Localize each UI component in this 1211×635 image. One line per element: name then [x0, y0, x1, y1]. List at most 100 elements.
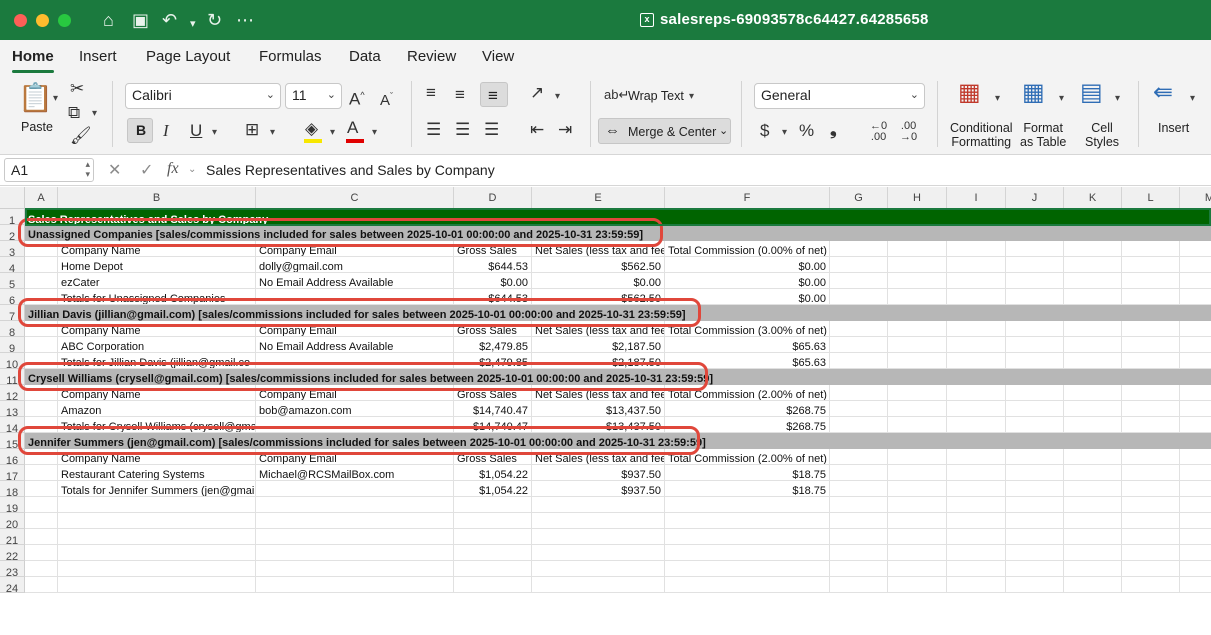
grid-cell[interactable] — [25, 401, 58, 417]
grid-cell[interactable] — [1122, 401, 1180, 417]
insert-function-icon[interactable]: fx — [167, 160, 179, 178]
grid-cell[interactable] — [830, 465, 888, 481]
paste-dropdown-icon[interactable]: ▾ — [53, 93, 58, 104]
grid-cell[interactable] — [888, 529, 947, 545]
grid-cell[interactable] — [1180, 545, 1211, 561]
number-format-select[interactable]: General ⌄ — [754, 83, 925, 109]
cell-styles-button[interactable]: Cell Styles — [1085, 121, 1119, 149]
grid-cell[interactable] — [888, 465, 947, 481]
increase-font-size-icon[interactable]: A^ — [349, 85, 365, 110]
grid-cell[interactable] — [1122, 289, 1180, 305]
grid-cell[interactable] — [1180, 449, 1211, 465]
row-header-21[interactable]: 21 — [0, 529, 25, 547]
grid-cell[interactable] — [1180, 337, 1211, 353]
merge-center-button[interactable]: ⇔ Merge & Center ⌄ — [598, 118, 731, 144]
company-name-cell[interactable]: Amazon — [58, 401, 256, 417]
grid-cell[interactable] — [1180, 401, 1211, 417]
grid-cell[interactable] — [1180, 561, 1211, 577]
home-icon[interactable]: ⌂ — [103, 10, 114, 30]
font-color-dropdown-icon[interactable]: ▾ — [372, 127, 377, 138]
column-header-d[interactable]: D — [454, 187, 532, 209]
format-as-table-button[interactable]: Format as Table — [1020, 121, 1066, 149]
grid-cell[interactable] — [25, 337, 58, 353]
grid-cell[interactable] — [1006, 513, 1064, 529]
grid-cell[interactable] — [25, 481, 58, 497]
net-sales-cell[interactable]: $13,437.50 — [532, 401, 665, 417]
grid-cell[interactable] — [888, 321, 947, 337]
grid-cell[interactable] — [1064, 529, 1122, 545]
totals-gross-cell[interactable]: $1,054.22 — [454, 481, 532, 497]
wrap-text-button[interactable]: Wrap Text — [628, 89, 684, 103]
commission-cell[interactable]: $268.75 — [665, 401, 830, 417]
grid-cell[interactable] — [58, 513, 256, 529]
column-header-j[interactable]: J — [1006, 187, 1064, 209]
company-email-cell[interactable]: dolly@gmail.com — [256, 257, 454, 273]
insert-dropdown-icon[interactable]: ▾ — [1190, 93, 1195, 104]
grid-cell[interactable] — [888, 545, 947, 561]
grid-cell[interactable] — [25, 577, 58, 593]
grid-cell[interactable] — [454, 561, 532, 577]
net-sales-cell[interactable]: $2,187.50 — [532, 337, 665, 353]
grid-cell[interactable] — [1064, 417, 1122, 433]
grid-cell[interactable] — [665, 545, 830, 561]
grid-cell[interactable] — [888, 577, 947, 593]
align-top-icon[interactable]: ≡ — [426, 83, 436, 103]
grid-cell[interactable] — [25, 497, 58, 513]
company-name-cell[interactable]: Restaurant Catering Systems — [58, 465, 256, 481]
grid-cell[interactable] — [1180, 353, 1211, 369]
grid-cell[interactable] — [1006, 353, 1064, 369]
grid-cell[interactable] — [1180, 321, 1211, 337]
grid-cell[interactable] — [1180, 577, 1211, 593]
row-header-24[interactable]: 24 — [0, 577, 25, 595]
column-header-b[interactable]: B — [58, 187, 256, 209]
font-name-select[interactable]: Calibri ⌄ — [125, 83, 281, 109]
grid-cell[interactable] — [1180, 241, 1211, 257]
column-header-l[interactable]: L — [1122, 187, 1180, 209]
grid-cell[interactable] — [947, 529, 1006, 545]
grid-cell[interactable] — [1180, 257, 1211, 273]
name-box-stepper-icon[interactable]: ▴ ▾ — [85, 159, 90, 179]
totals-label-cell[interactable]: Totals for Jennifer Summers (jen@gmail — [58, 481, 256, 497]
tab-review[interactable]: Review — [407, 48, 456, 65]
grid-cell[interactable] — [1006, 321, 1064, 337]
grid-cell[interactable] — [58, 529, 256, 545]
grid-cell[interactable] — [888, 497, 947, 513]
header-total-commission[interactable]: Total Commission (0.00% of net) — [665, 241, 830, 257]
grid-cell[interactable] — [947, 465, 1006, 481]
grid-cell[interactable] — [830, 241, 888, 257]
grid-cell[interactable] — [1064, 513, 1122, 529]
row-header-4[interactable]: 4 — [0, 257, 25, 275]
grid-cell[interactable] — [665, 529, 830, 545]
increase-indent-icon[interactable]: ⇥ — [558, 120, 572, 140]
grid-cell[interactable] — [1122, 545, 1180, 561]
grid-cell[interactable] — [454, 497, 532, 513]
grid-cell[interactable] — [454, 545, 532, 561]
cell-styles-icon[interactable]: ▤ — [1080, 81, 1103, 105]
font-color-icon[interactable]: A — [347, 118, 358, 138]
grid-cell[interactable] — [888, 353, 947, 369]
grid-cell[interactable] — [1064, 353, 1122, 369]
row-header-20[interactable]: 20 — [0, 513, 25, 531]
column-header-c[interactable]: C — [256, 187, 454, 209]
grid-cell[interactable] — [947, 273, 1006, 289]
grid-cell[interactable] — [947, 257, 1006, 273]
tab-view[interactable]: View — [482, 48, 514, 65]
company-name-cell[interactable]: Home Depot — [58, 257, 256, 273]
gross-sales-cell[interactable]: $0.00 — [454, 273, 532, 289]
grid-cell[interactable] — [947, 497, 1006, 513]
grid-cell[interactable] — [947, 337, 1006, 353]
grid-cell[interactable] — [1006, 561, 1064, 577]
grid-cell[interactable] — [532, 561, 665, 577]
spreadsheet-grid[interactable]: A B C D E F G H I J K L M 1 2 3 4 5 6 7 8 9 10 11 12 13 14 15 16 17 18… — [0, 187, 1211, 635]
grid-cell[interactable] — [830, 561, 888, 577]
grid-cell[interactable] — [1006, 481, 1064, 497]
align-bottom-button[interactable]: ≡ — [480, 82, 508, 107]
company-email-cell[interactable]: Michael@RCSMailBox.com — [256, 465, 454, 481]
grid-cell[interactable] — [256, 561, 454, 577]
commission-cell[interactable]: $65.63 — [665, 337, 830, 353]
grid-cell[interactable] — [830, 577, 888, 593]
grid-cell[interactable] — [888, 417, 947, 433]
grid-cell[interactable] — [888, 241, 947, 257]
grid-cell[interactable] — [25, 529, 58, 545]
grid-cell[interactable] — [665, 497, 830, 513]
